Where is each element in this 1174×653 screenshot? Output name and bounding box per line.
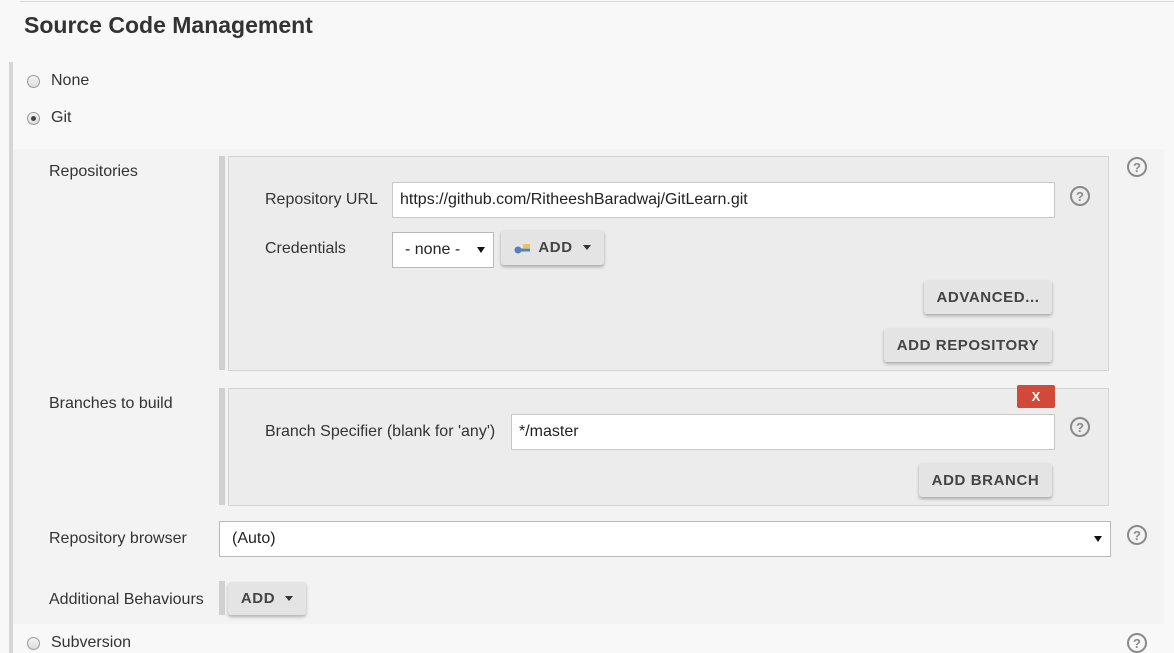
- scm-option-subversion[interactable]: Subversion: [27, 634, 131, 652]
- repositories-bar: [219, 156, 225, 370]
- radio-subversion[interactable]: [27, 636, 40, 650]
- repository-url-input[interactable]: https://github.com/RitheeshBaradwaj/GitL…: [392, 182, 1055, 218]
- repository-browser-label: Repository browser: [49, 530, 187, 547]
- delete-branch-button[interactable]: X: [1017, 385, 1055, 408]
- caret-down-icon: [285, 596, 294, 601]
- radio-subversion-label: Subversion: [51, 634, 132, 651]
- repository-browser-select[interactable]: (Auto): [219, 521, 1111, 557]
- repositories-help-icon[interactable]: ?: [1127, 157, 1147, 177]
- add-credentials-label: ADD: [538, 239, 573, 256]
- credentials-select[interactable]: - none -: [392, 232, 494, 268]
- repository-browser-selected-value: (Auto): [232, 530, 276, 547]
- key-icon: [514, 242, 532, 254]
- repository-url-label: Repository URL: [265, 191, 378, 208]
- subversion-help-icon[interactable]: ?: [1127, 633, 1147, 653]
- credentials-selected-value: - none -: [405, 241, 461, 258]
- advanced-button[interactable]: ADVANCED...: [924, 280, 1052, 314]
- branch-specifier-help-icon[interactable]: ?: [1070, 417, 1090, 437]
- section-title: Source Code Management: [24, 12, 313, 38]
- add-behaviour-button[interactable]: ADD: [228, 582, 306, 615]
- additional-behaviours-label: Additional Behaviours: [49, 591, 204, 608]
- add-branch-button[interactable]: ADD BRANCH: [919, 463, 1052, 497]
- add-credentials-button[interactable]: ADD: [501, 230, 604, 265]
- add-repository-button[interactable]: ADD REPOSITORY: [884, 328, 1052, 362]
- radio-none-label: None: [51, 72, 90, 89]
- repository-url-help-icon[interactable]: ?: [1070, 186, 1090, 206]
- repositories-label: Repositories: [49, 163, 138, 180]
- branches-label: Branches to build: [49, 395, 173, 412]
- add-behaviour-label: ADD: [240, 590, 276, 607]
- radio-git-label: Git: [51, 109, 72, 126]
- branch-specifier-input[interactable]: */master: [511, 414, 1055, 450]
- scm-option-git[interactable]: Git: [27, 109, 71, 127]
- caret-down-icon: [582, 245, 591, 250]
- repository-browser-help-icon[interactable]: ?: [1127, 525, 1147, 545]
- top-divider: [20, 1, 1174, 2]
- credentials-label: Credentials: [265, 240, 346, 257]
- chevron-down-icon: [1094, 536, 1102, 542]
- branch-specifier-label: Branch Specifier (blank for 'any'): [265, 423, 496, 440]
- scm-option-none[interactable]: None: [27, 72, 89, 90]
- radio-none[interactable]: [27, 74, 40, 88]
- branches-bar: [219, 388, 225, 505]
- radio-git[interactable]: [27, 111, 40, 125]
- additional-behaviours-bar: [219, 581, 225, 615]
- chevron-down-icon: [477, 247, 485, 253]
